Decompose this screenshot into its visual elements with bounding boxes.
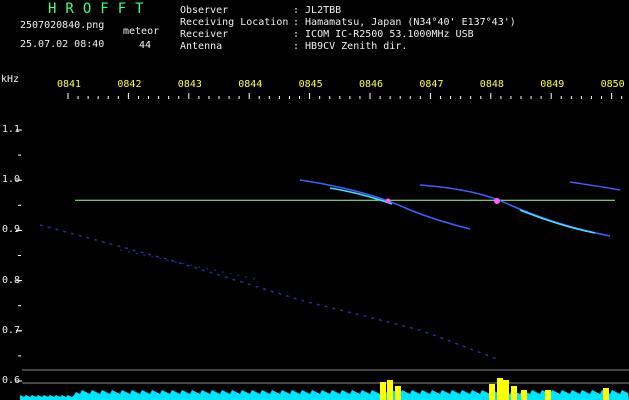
y-tick-label: 0.8 <box>2 274 21 286</box>
x-tick-label: 0847 <box>419 79 444 90</box>
signal-peak <box>387 380 393 400</box>
doppler-trail-1-highlight <box>329 187 393 205</box>
x-tick-label: 0850 <box>600 79 625 90</box>
x-tick-label: 0848 <box>479 79 504 90</box>
faint-trail <box>119 249 261 281</box>
y-tick-label: 0.6 <box>2 375 21 386</box>
signal-peak <box>603 388 609 400</box>
x-tick-label: 0842 <box>117 79 142 90</box>
faint-trail <box>39 224 501 361</box>
spectrogram-chart <box>16 93 629 400</box>
noise-floor <box>20 390 629 400</box>
x-tick-label: 0845 <box>298 79 323 90</box>
signal-peak <box>503 380 509 400</box>
signal-peak <box>380 382 386 400</box>
signal-peak <box>545 390 551 400</box>
doppler-trail-2 <box>419 184 611 237</box>
signal-peak <box>395 386 401 400</box>
y-tick-label: 1.0 <box>2 174 21 186</box>
x-tick-label: 0844 <box>238 79 263 90</box>
meteor-ping <box>494 198 500 204</box>
meteor-ping <box>385 198 391 204</box>
signal-peak <box>489 384 495 400</box>
x-tick-label: 0846 <box>359 79 384 90</box>
y-tick-label: 1.1 <box>2 124 21 135</box>
y-tick-label: 0.7 <box>2 324 21 336</box>
x-tick-label: 0843 <box>177 79 202 90</box>
y-unit-label: kHz <box>1 74 20 85</box>
y-tick-label: 0.9 <box>2 224 21 236</box>
signal-peak <box>497 378 503 400</box>
signal-peak <box>511 386 517 400</box>
x-tick-label: 0841 <box>57 79 82 90</box>
signal-peak <box>521 390 527 400</box>
x-tick-label: 0849 <box>540 79 565 90</box>
doppler-trail-3 <box>569 181 621 191</box>
